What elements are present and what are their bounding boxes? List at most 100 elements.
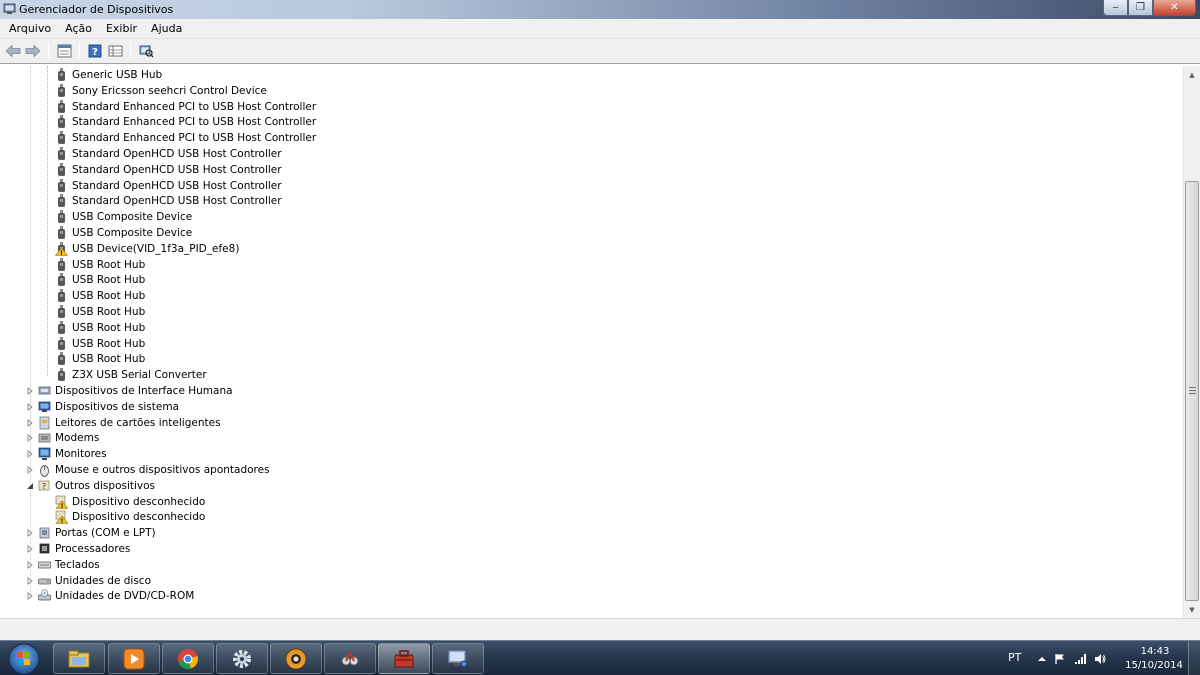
taskbar-app-button[interactable] [270,643,322,674]
vertical-scrollbar[interactable]: ▲ ▼ [1183,66,1200,618]
device-category-item[interactable]: Portas (COM e LPT) [38,525,156,541]
device-tree-item[interactable]: Standard OpenHCD USB Host Controller [55,178,282,194]
start-button[interactable] [4,642,44,675]
tree-item-label: USB Device(VID_1f3a_PID_efe8) [72,242,240,255]
maximize-button[interactable]: ❐ [1128,0,1153,16]
tree-item-label: Sony Ericsson seehcri Control Device [72,84,267,97]
expand-arrow-icon[interactable] [26,529,34,538]
device-category-item[interactable]: Mouse e outros dispositivos apontadores [38,462,270,478]
clock-time[interactable]: 14:43 [1140,646,1170,657]
properties-button[interactable] [54,41,74,61]
expand-arrow-icon[interactable] [26,418,34,427]
minimize-button[interactable]: ‒ [1103,0,1128,16]
scrollbar-thumb[interactable] [1185,181,1199,601]
device-tree-item[interactable]: USB Root Hub [55,336,145,352]
device-category-item[interactable]: ? Outros dispositivos [38,478,155,494]
tree-item-label: Mouse e outros dispositivos apontadores [55,464,270,476]
tree-item-label: Modems [55,432,100,445]
taskbar-app-button[interactable] [432,643,484,674]
device-manager-icon [447,649,468,667]
window-title: Gerenciador de Dispositivos [19,3,174,16]
menu-exibir[interactable]: Exibir [99,22,144,35]
expand-arrow-icon[interactable] [26,576,34,585]
expand-arrow-icon[interactable] [26,402,34,411]
network-signal-icon[interactable] [1074,653,1086,665]
device-tree-item[interactable]: Standard Enhanced PCI to USB Host Contro… [55,130,316,146]
device-tree-item[interactable]: Generic USB Hub [55,67,162,83]
tree-item-label: USB Root Hub [72,258,146,271]
menu-acao[interactable]: Ação [58,22,99,35]
app-6-icon [341,650,359,665]
device-tree-item[interactable]: USB Root Hub [55,320,145,336]
device-tree-item[interactable]: USB Root Hub [55,351,145,367]
action-center-flag-icon[interactable] [1054,653,1066,665]
tree-item-label: Dispositivos de Interface Humana [55,385,233,397]
expand-arrow-icon[interactable] [26,592,34,601]
device-category-item[interactable]: Unidades de DVD/CD-ROM [38,588,194,604]
toolbar-separator [130,43,131,59]
device-tree-item[interactable]: USB Device(VID_1f3a_PID_efe8) [54,241,240,257]
menu-arquivo[interactable]: Arquivo [2,22,58,35]
scrollbar-grip-icon [1189,387,1196,394]
device-tree-item[interactable]: Dispositivo desconhecido [55,509,205,525]
scroll-up-button[interactable]: ▲ [1184,66,1200,83]
clock-date[interactable]: 15/10/2014 [1124,660,1184,671]
device-tree-item[interactable]: Standard Enhanced PCI to USB Host Contro… [55,99,316,115]
back-button[interactable] [3,41,23,61]
expand-arrow-icon[interactable] [26,450,34,459]
device-category-item[interactable]: Unidades de disco [38,573,151,589]
expand-arrow-icon[interactable] [26,560,34,569]
taskbar-app-button[interactable] [53,643,105,674]
taskbar-app-button[interactable] [108,643,160,674]
device-category-item[interactable]: Dispositivos de Interface Humana [38,383,233,399]
close-button[interactable]: ✕ [1153,0,1196,16]
taskbar-app-button[interactable] [216,643,268,674]
expand-arrow-icon[interactable] [26,545,34,553]
view-button[interactable] [105,41,125,61]
help-button[interactable]: ? [85,41,105,61]
device-category-item[interactable]: Monitores [38,446,107,462]
taskbar-app-button[interactable] [324,643,376,674]
device-category-item[interactable]: Dispositivos de sistema [38,399,179,415]
device-category-item[interactable]: Teclados [38,557,100,573]
device-tree-item[interactable]: USB Root Hub [55,257,145,273]
forward-button[interactable] [23,41,43,61]
tree-item-label: Standard OpenHCD USB Host Controller [72,179,282,192]
scroll-down-button[interactable]: ▼ [1184,601,1200,618]
collapse-arrow-icon[interactable] [26,482,34,490]
menu-ajuda[interactable]: Ajuda [144,22,189,35]
volume-speaker-icon[interactable] [1094,653,1106,665]
processor-icon [38,542,51,556]
device-tree-item[interactable]: Sony Ericsson seehcri Control Device [55,83,267,99]
device-category-item[interactable]: Processadores [38,541,130,557]
device-tree-item[interactable]: Standard OpenHCD USB Host Controller [55,193,282,209]
device-category-item[interactable]: Leitores de cartões inteligentes [38,415,221,431]
taskbar-app-button[interactable] [162,643,214,674]
expand-arrow-icon[interactable] [26,434,34,443]
device-tree-item[interactable]: USB Root Hub [55,272,145,288]
expand-arrow-icon[interactable] [26,387,34,395]
device-tree-item[interactable]: USB Root Hub [55,288,145,304]
device-tree-item[interactable]: Z3X USB Serial Converter [55,367,207,383]
language-indicator[interactable]: PT [1008,651,1021,664]
usb-device-icon [55,178,68,193]
show-hidden-icons-icon[interactable] [1036,653,1048,665]
device-tree-item[interactable]: Standard OpenHCD USB Host Controller [55,146,282,162]
app-7-icon [394,649,414,667]
windows-explorer-icon [68,650,90,667]
tree-item-label: Dispositivos de sistema [55,400,179,413]
usb-device-icon [55,257,68,272]
device-tree-item[interactable]: USB Composite Device [55,209,192,225]
device-tree-item[interactable]: USB Composite Device [55,225,192,241]
other-devices-icon: ? [38,479,51,493]
maximize-icon: ❐ [1136,2,1145,13]
taskbar-app-button[interactable] [378,643,430,674]
scan-hardware-button[interactable] [136,41,156,61]
show-desktop-button[interactable] [1188,641,1200,675]
device-tree-item[interactable]: USB Root Hub [55,304,145,320]
device-category-item[interactable]: Modems [38,430,99,446]
expand-arrow-icon[interactable] [26,466,34,474]
device-tree-item[interactable]: Dispositivo desconhecido [55,494,205,510]
device-tree-item[interactable]: Standard OpenHCD USB Host Controller [55,162,282,178]
device-tree-item[interactable]: Standard Enhanced PCI to USB Host Contro… [55,114,316,130]
